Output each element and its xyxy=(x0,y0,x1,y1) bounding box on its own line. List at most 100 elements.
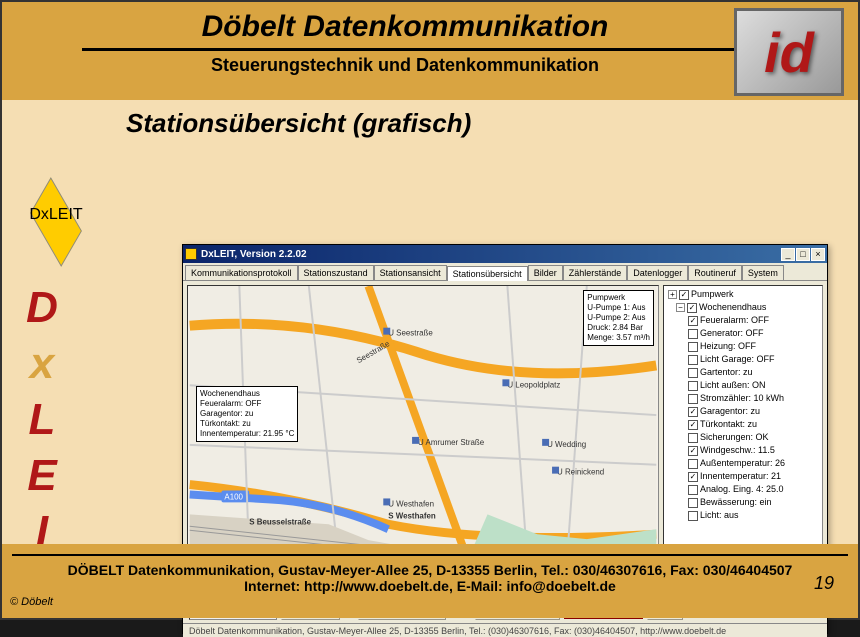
tab-stationszustand[interactable]: Stationszustand xyxy=(298,265,374,280)
tree-child-item[interactable]: Außentemperatur: 26 xyxy=(666,457,820,470)
tree-label: Innentemperatur: 21 xyxy=(700,470,781,483)
tree-child-item[interactable]: Bewässerung: ein xyxy=(666,496,820,509)
tree-checkbox[interactable] xyxy=(688,342,698,352)
tooltip-line: Feueralarm: OFF xyxy=(200,399,294,409)
expand-icon[interactable]: − xyxy=(676,303,685,312)
tree-root-item[interactable]: − Wochenendhaus xyxy=(666,301,820,314)
tree-child-item[interactable]: Licht außen: ON xyxy=(666,379,820,392)
tree-label: Windgeschw.: 11.5 xyxy=(700,444,775,457)
tree-checkbox[interactable] xyxy=(688,381,698,391)
svg-text:S Westhafen: S Westhafen xyxy=(388,511,436,520)
tree-child-item[interactable]: Licht: aus xyxy=(666,509,820,522)
tab-strip: Kommunikationsprotokoll Stationszustand … xyxy=(183,263,827,281)
tree-label: Sicherungen: OK xyxy=(700,431,769,444)
vert-E: E xyxy=(22,448,62,504)
tab-system[interactable]: System xyxy=(742,265,784,280)
tree-checkbox[interactable] xyxy=(688,355,698,365)
tree-child-item[interactable]: Sicherungen: OK xyxy=(666,431,820,444)
logo-id-text: id xyxy=(764,20,814,85)
map-tooltip-wochenendhaus: Wochenendhaus Feueralarm: OFF Garagentor… xyxy=(196,386,298,442)
tree-checkbox[interactable] xyxy=(688,485,698,495)
tab-datenlogger[interactable]: Datenlogger xyxy=(627,265,688,280)
tree-label: Heizung: OFF xyxy=(700,340,756,353)
side-brand-logo: DxLEIT xyxy=(12,206,100,264)
tree-label: Licht außen: ON xyxy=(700,379,766,392)
svg-text:U Leopoldplatz: U Leopoldplatz xyxy=(507,380,560,389)
tree-label: Wochenendhaus xyxy=(699,301,766,314)
brand-x: x xyxy=(41,206,49,223)
tooltip-line: Türkontakt: zu xyxy=(200,419,294,429)
tab-bilder[interactable]: Bilder xyxy=(528,265,563,280)
tree-checkbox[interactable] xyxy=(688,459,698,469)
svg-text:A100: A100 xyxy=(224,492,243,501)
tree-checkbox[interactable] xyxy=(688,368,698,378)
tree-checkbox[interactable] xyxy=(688,446,698,456)
brand-d: D xyxy=(29,206,41,223)
tree-panel[interactable]: + Pumpwerk− WochenendhausFeueralarm: OFFGe… xyxy=(663,285,823,561)
tooltip-line: U-Pumpe 2: Aus xyxy=(587,313,650,323)
vert-L: L xyxy=(22,392,62,448)
footer-address: DÖBELT Datenkommunikation, Gustav-Meyer-… xyxy=(2,544,858,578)
tab-routineruf[interactable]: Routineruf xyxy=(688,265,742,280)
map-tooltip-pumpwerk: Pumpwerk U-Pumpe 1: Aus U-Pumpe 2: Aus D… xyxy=(583,290,654,346)
brand-leit: LEIT xyxy=(49,206,83,223)
maximize-button[interactable]: □ xyxy=(796,248,810,261)
page-number: 19 xyxy=(814,573,834,594)
tooltip-line: U-Pumpe 1: Aus xyxy=(587,303,650,313)
window-statusbar: Döbelt Datenkommunikation, Gustav-Meyer-… xyxy=(183,623,827,637)
tree-child-item[interactable]: Garagentor: zu xyxy=(666,405,820,418)
app-icon xyxy=(185,248,197,260)
tree-child-item[interactable]: Innentemperatur: 21 xyxy=(666,470,820,483)
tab-stationsansicht[interactable]: Stationsansicht xyxy=(374,265,447,280)
tree-label: Licht: aus xyxy=(700,509,739,522)
tree-checkbox[interactable] xyxy=(688,498,698,508)
tree-checkbox[interactable] xyxy=(688,511,698,521)
vert-D: D xyxy=(22,280,62,336)
minimize-button[interactable]: _ xyxy=(781,248,795,261)
titlebar[interactable]: DxLEIT, Version 2.2.02 _ □ × xyxy=(183,245,827,263)
svg-text:U Wedding: U Wedding xyxy=(547,440,586,449)
tree-child-item[interactable]: Windgeschw.: 11.5 xyxy=(666,444,820,457)
copyright: © Döbelt xyxy=(10,596,53,608)
tooltip-title: Wochenendhaus xyxy=(200,389,294,399)
tree-checkbox[interactable] xyxy=(688,316,698,326)
tree-root-item[interactable]: + Pumpwerk xyxy=(666,288,820,301)
tree-child-item[interactable]: Gartentor: zu xyxy=(666,366,820,379)
title-underline xyxy=(82,48,778,51)
tree-child-item[interactable]: Türkontakt: zu xyxy=(666,418,820,431)
footer-contact: Internet: http://www.doebelt.de, E-Mail:… xyxy=(2,578,858,594)
tab-kommunikationsprotokoll[interactable]: Kommunikationsprotokoll xyxy=(185,265,298,280)
tree-label: Licht Garage: OFF xyxy=(700,353,775,366)
tooltip-line: Garagentor: zu xyxy=(200,409,294,419)
tree-child-item[interactable]: Analog. Eing. 4: 25.0 xyxy=(666,483,820,496)
expand-icon[interactable]: + xyxy=(668,290,677,299)
tree-child-item[interactable]: Stromzähler: 10 kWh xyxy=(666,392,820,405)
tree-child-item[interactable]: Licht Garage: OFF xyxy=(666,353,820,366)
tree-label: Außentemperatur: 26 xyxy=(700,457,785,470)
tree-label: Gartentor: zu xyxy=(700,366,753,379)
tree-checkbox[interactable] xyxy=(679,290,689,300)
tree-checkbox[interactable] xyxy=(688,394,698,404)
slide-title: Döbelt Datenkommunikation xyxy=(2,2,858,44)
tree-checkbox[interactable] xyxy=(688,472,698,482)
company-logo: id xyxy=(734,8,844,96)
section-title: Stationsübersicht (grafisch) xyxy=(126,108,858,139)
tree-label: Generator: OFF xyxy=(700,327,764,340)
tree-checkbox[interactable] xyxy=(688,329,698,339)
tab-zaehlerstaende[interactable]: Zählerstände xyxy=(563,265,628,280)
close-button[interactable]: × xyxy=(811,248,825,261)
map-view[interactable]: A100 U Seestraße xyxy=(187,285,659,561)
tree-label: Pumpwerk xyxy=(691,288,734,301)
svg-text:S Beusselstraße: S Beusselstraße xyxy=(249,517,311,526)
tree-checkbox[interactable] xyxy=(688,420,698,430)
tree-child-item[interactable]: Feueralarm: OFF xyxy=(666,314,820,327)
tree-checkbox[interactable] xyxy=(687,303,697,313)
tab-stationsuebersicht[interactable]: Stationsübersicht xyxy=(447,266,528,281)
tree-child-item[interactable]: Heizung: OFF xyxy=(666,340,820,353)
slide-subtitle: Steuerungstechnik und Datenkommunikation xyxy=(2,55,858,76)
tree-label: Türkontakt: zu xyxy=(700,418,757,431)
tree-checkbox[interactable] xyxy=(688,407,698,417)
tree-label: Garagentor: zu xyxy=(700,405,760,418)
tree-checkbox[interactable] xyxy=(688,433,698,443)
tree-child-item[interactable]: Generator: OFF xyxy=(666,327,820,340)
